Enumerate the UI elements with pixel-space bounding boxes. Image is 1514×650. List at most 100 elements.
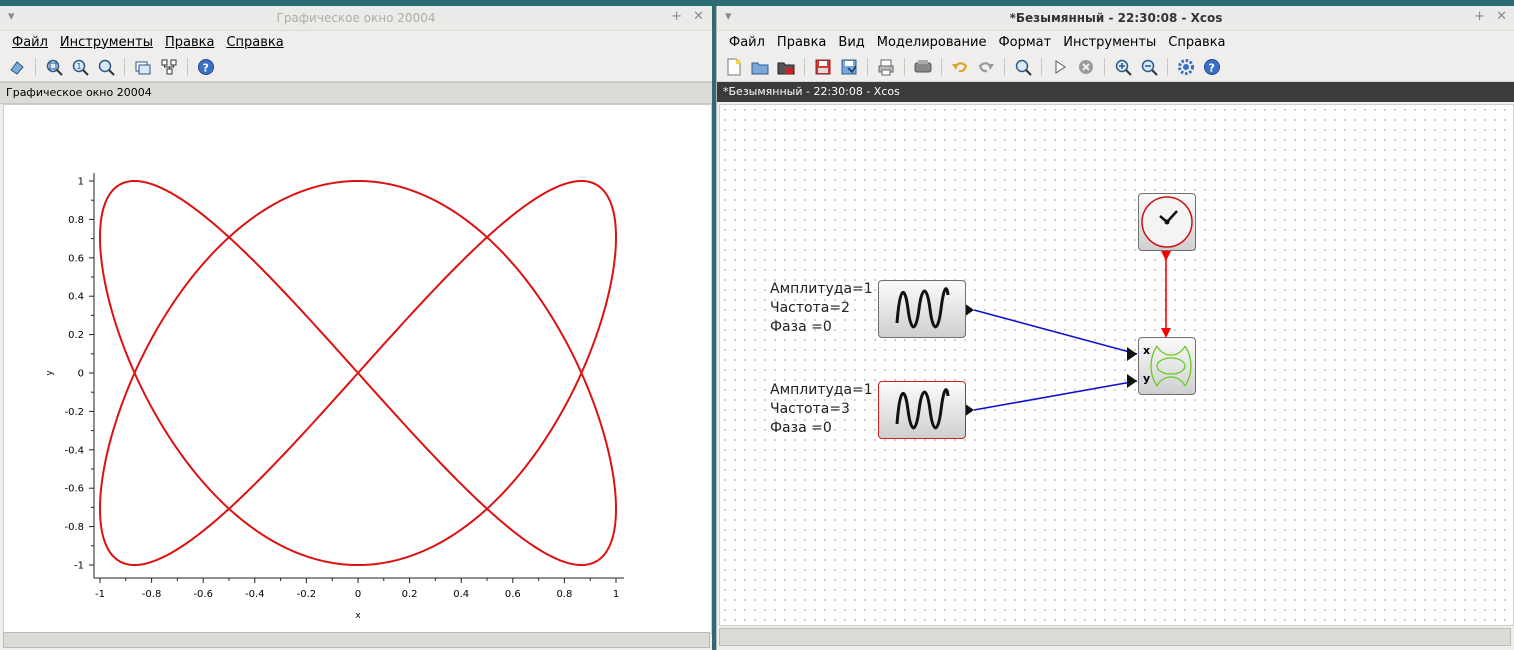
xy-scope-block[interactable]: x y: [1138, 337, 1196, 395]
graphic-window-title: Графическое окно 20004: [276, 11, 436, 25]
plot-area[interactable]: -1 -0.8 -0.6 -0.4 -0.2 0 0.2 0.4 0.6 0.8 1 1 0.8 0.6 0…: [3, 104, 712, 634]
lissajous-curve: [99, 179, 617, 567]
save-as-icon[interactable]: [838, 56, 860, 78]
menu-file[interactable]: Файл: [723, 35, 771, 50]
menu-simulation[interactable]: Моделирование: [871, 35, 993, 50]
menu-tools[interactable]: Инструменты: [54, 35, 159, 50]
svg-text:1: 1: [77, 62, 82, 71]
x-tick-label: 0.4: [453, 589, 469, 600]
zoom-out-icon[interactable]: [1138, 56, 1160, 78]
y-tick-label: 0.4: [68, 292, 84, 303]
y-tick-label: 0.2: [68, 330, 84, 341]
figure-editor-icon[interactable]: [158, 56, 180, 78]
open-icon[interactable]: [749, 56, 771, 78]
phase-label: Фаза =0: [770, 319, 832, 335]
amplitude-label: Амплитуда=1: [770, 281, 873, 297]
maximize-icon[interactable]: +: [671, 9, 682, 24]
xcos-window: ▾ *Безымянный - 22:30:08 - Xcos + ✕ Файл…: [716, 6, 1514, 650]
frequency-label: Частота=2: [770, 300, 850, 316]
sine-generator-block-1[interactable]: [878, 280, 966, 338]
menu-file[interactable]: Файл: [6, 35, 54, 50]
fit-diagram-icon[interactable]: [1012, 56, 1034, 78]
xcos-menubar: Файл Правка Вид Моделирование Формат Инс…: [717, 31, 1514, 53]
x-tick-label: -1: [95, 589, 105, 600]
menu-view[interactable]: Вид: [832, 35, 870, 50]
stop-icon[interactable]: [1075, 56, 1097, 78]
xcos-toolbar: ?: [717, 53, 1514, 82]
start-icon[interactable]: [1049, 56, 1071, 78]
setup-icon[interactable]: [1175, 56, 1197, 78]
rotate-icon[interactable]: [6, 56, 28, 78]
menu-help[interactable]: Справка: [1162, 35, 1231, 50]
amplitude-label: Амплитуда=1: [770, 382, 873, 398]
zoom-reset-icon[interactable]: 1: [69, 56, 91, 78]
menu-edit[interactable]: Правка: [159, 35, 220, 50]
x-tick-label: 0.8: [556, 589, 572, 600]
x-tick-label: 1: [613, 589, 619, 600]
maximize-icon[interactable]: +: [1474, 9, 1485, 24]
links-layer: [964, 251, 1171, 417]
close-icon[interactable]: ✕: [1496, 9, 1507, 24]
diagram-tab[interactable]: *Безымянный - 22:30:08 - Xcos: [717, 82, 1514, 102]
x-tick-label: 0.2: [402, 589, 418, 600]
open-folder-icon[interactable]: [775, 56, 797, 78]
y-axis-label: y: [45, 370, 55, 376]
generator-1-params: Амплитуда=1 Частота=2 Фаза =0: [770, 280, 873, 337]
svg-text:?: ?: [1209, 62, 1215, 75]
lissajous-icon: [1150, 345, 1192, 387]
y-tick-label: 1: [78, 177, 84, 188]
graphic-bottom-bar: [3, 632, 710, 648]
y-tick-label: -1: [74, 561, 84, 572]
sine-generator-block-2[interactable]: [878, 381, 966, 439]
x-tick-label: 0: [355, 589, 361, 600]
graphic-window: ▾ Графическое окно 20004 + ✕ Файл Инстру…: [0, 6, 712, 650]
print-icon[interactable]: [875, 56, 897, 78]
undo-icon[interactable]: [949, 56, 971, 78]
close-icon[interactable]: ✕: [693, 9, 704, 24]
x-axis-label: x: [355, 611, 361, 621]
diagram-canvas[interactable]: Амплитуда=1 Частота=2 Фаза =0 Амплитуда=…: [719, 104, 1514, 626]
x-tick-label: -0.4: [245, 589, 265, 600]
menu-help[interactable]: Справка: [220, 35, 289, 50]
sine-wave-icon: [895, 287, 950, 329]
clock-icon: [1141, 196, 1193, 248]
data-link-x[interactable]: [973, 309, 1138, 355]
zoom-icon[interactable]: [95, 56, 117, 78]
sine-wave-icon: [895, 388, 950, 430]
graphic-window-titlebar[interactable]: ▾ Графическое окно 20004 + ✕: [0, 6, 712, 31]
help-icon[interactable]: ?: [195, 56, 217, 78]
save-icon[interactable]: [812, 56, 834, 78]
input-port-y[interactable]: [1127, 374, 1137, 388]
svg-text:?: ?: [203, 62, 209, 75]
zoom-in-icon[interactable]: [1112, 56, 1134, 78]
xcos-window-titlebar[interactable]: ▾ *Безымянный - 22:30:08 - Xcos + ✕: [717, 6, 1514, 31]
menu-edit[interactable]: Правка: [771, 35, 832, 50]
y-tick-label: -0.6: [64, 484, 84, 495]
export-icon[interactable]: [912, 56, 934, 78]
y-tick-label: 0.8: [68, 215, 84, 226]
new-icon[interactable]: [723, 56, 745, 78]
zoom-area-icon[interactable]: [43, 56, 65, 78]
y-tick-label: 0.6: [68, 253, 84, 264]
data-link-y[interactable]: [973, 380, 1138, 411]
graphic-toolbar: 1 ?: [0, 53, 712, 82]
clock-block[interactable]: [1138, 193, 1196, 251]
menu-format[interactable]: Формат: [992, 35, 1057, 50]
figure-label: Графическое окно 20004: [0, 82, 712, 104]
graphic-menubar: Файл Инструменты Правка Справка: [0, 31, 712, 53]
phase-label: Фаза =0: [770, 420, 832, 436]
event-output-port[interactable]: [1161, 251, 1171, 261]
menu-tools[interactable]: Инструменты: [1057, 35, 1162, 50]
y-tick-label: -0.8: [64, 522, 84, 533]
x-tick-label: -0.2: [297, 589, 317, 600]
xcos-window-title: *Безымянный - 22:30:08 - Xcos: [1009, 11, 1223, 25]
help-icon[interactable]: ?: [1201, 56, 1223, 78]
input-port-x[interactable]: [1127, 347, 1137, 361]
y-tick-label: 0: [78, 369, 84, 380]
x-tick-label: -0.6: [193, 589, 213, 600]
generator-2-params: Амплитуда=1 Частота=3 Фаза =0: [770, 381, 873, 438]
redo-icon[interactable]: [975, 56, 997, 78]
datatip-icon[interactable]: [132, 56, 154, 78]
x-tick-label: 0.6: [505, 589, 521, 600]
x-tick-label: -0.8: [142, 589, 162, 600]
